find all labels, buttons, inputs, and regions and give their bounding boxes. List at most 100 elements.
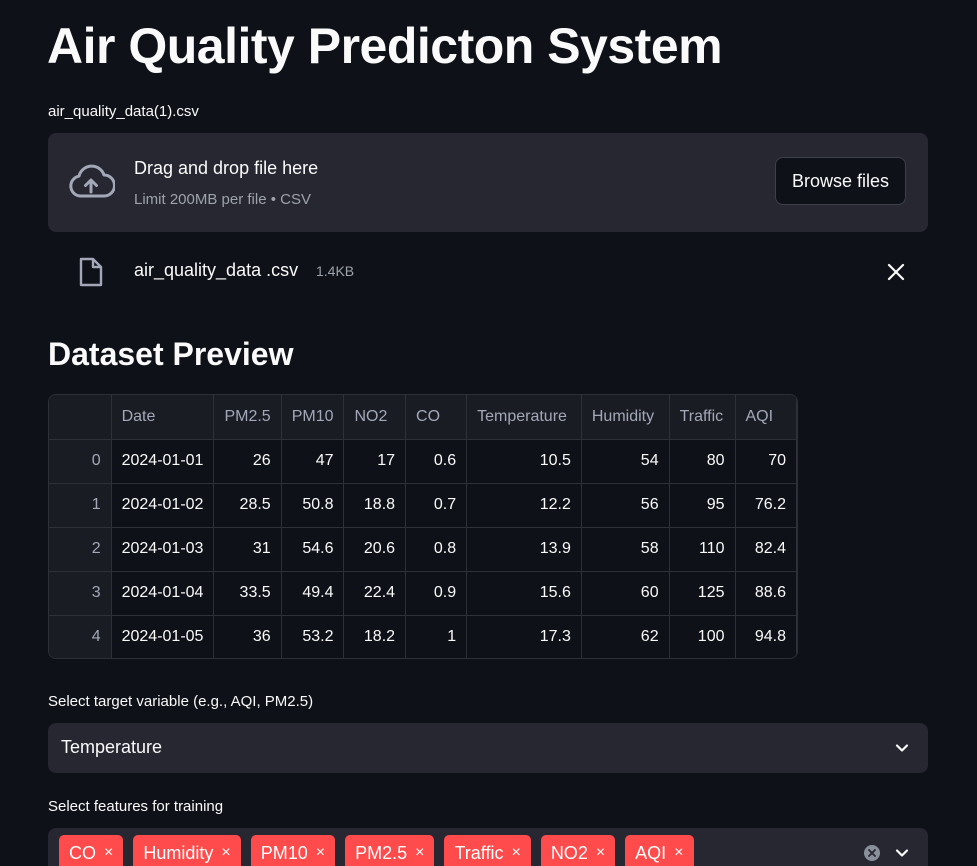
table-cell: 0.6 bbox=[405, 439, 468, 484]
close-icon[interactable] bbox=[884, 260, 908, 284]
table-row: 1 2024-01-02 28.5 50.8 18.8 0.7 12.2 56 … bbox=[49, 483, 797, 528]
dataset-preview-table[interactable]: Date PM2.5 PM10 NO2 CO Temperature Humid… bbox=[48, 394, 798, 659]
dataset-preview-heading: Dataset Preview bbox=[48, 336, 294, 372]
table-row: 4 2024-01-05 36 53.2 18.2 1 17.3 62 100 … bbox=[49, 615, 797, 658]
remove-tag-icon[interactable]: × bbox=[104, 845, 113, 861]
row-index-cell: 4 bbox=[49, 615, 112, 658]
feature-tag-pm25[interactable]: PM2.5 × bbox=[345, 835, 435, 866]
table-row: 0 2024-01-01 26 47 17 0.6 10.5 54 80 70 bbox=[49, 439, 797, 484]
feature-tag-label: PM2.5 bbox=[355, 842, 408, 863]
column-header[interactable]: CO bbox=[405, 395, 468, 440]
clear-all-icon[interactable] bbox=[863, 844, 881, 862]
target-variable-select[interactable]: Temperature bbox=[48, 723, 928, 773]
table-cell: 88.6 bbox=[735, 571, 797, 616]
browse-files-button[interactable]: Browse files bbox=[775, 157, 906, 205]
feature-tag-label: PM10 bbox=[260, 842, 308, 863]
table-cell: 49.4 bbox=[281, 571, 345, 616]
chevron-down-icon[interactable] bbox=[894, 845, 910, 861]
feature-tag-humidity[interactable]: Humidity × bbox=[133, 835, 241, 866]
feature-tag-pm10[interactable]: PM10 × bbox=[250, 835, 336, 866]
target-select-value: Temperature bbox=[61, 737, 163, 757]
remove-tag-icon[interactable]: × bbox=[316, 845, 325, 861]
table-cell: 22.4 bbox=[343, 571, 407, 616]
table-cell: 82.4 bbox=[735, 527, 797, 572]
table-cell: 1 bbox=[405, 615, 468, 658]
remove-tag-icon[interactable]: × bbox=[415, 845, 424, 861]
column-header[interactable]: AQI bbox=[735, 395, 797, 440]
selected-feature-tags: CO × Humidity × PM10 × PM2.5 × Traffic ×… bbox=[59, 835, 694, 866]
column-header[interactable]: Traffic bbox=[669, 395, 736, 440]
feature-tag-label: CO bbox=[69, 842, 96, 863]
remove-tag-icon[interactable]: × bbox=[596, 845, 605, 861]
remove-tag-icon[interactable]: × bbox=[221, 845, 230, 861]
table-cell: 2024-01-04 bbox=[111, 571, 215, 616]
table-cell: 28.5 bbox=[213, 483, 282, 528]
file-dropzone[interactable]: Drag and drop file here Limit 200MB per … bbox=[48, 133, 928, 232]
dataframe: Date PM2.5 PM10 NO2 CO Temperature Humid… bbox=[49, 395, 797, 658]
feature-tag-label: NO2 bbox=[550, 842, 588, 863]
table-cell: 31 bbox=[213, 527, 282, 572]
table-cell: 20.6 bbox=[343, 527, 407, 572]
table-cell: 2024-01-01 bbox=[111, 439, 215, 484]
table-cell: 60 bbox=[581, 571, 670, 616]
feature-tag-no2[interactable]: NO2 × bbox=[540, 835, 616, 866]
features-select-label: Select features for training bbox=[48, 798, 224, 815]
uploaded-file-size: 1.4KB bbox=[316, 263, 355, 279]
file-uploader-label: air_quality_data(1).csv bbox=[48, 103, 199, 120]
feature-tag-traffic[interactable]: Traffic × bbox=[444, 835, 531, 866]
table-cell: 0.8 bbox=[405, 527, 468, 572]
row-index-cell: 2 bbox=[49, 527, 112, 572]
row-index-cell: 1 bbox=[49, 483, 112, 528]
table-cell: 26 bbox=[213, 439, 282, 484]
table-cell: 2024-01-05 bbox=[111, 615, 215, 658]
column-header[interactable]: Date bbox=[111, 395, 215, 440]
table-cell: 95 bbox=[669, 483, 736, 528]
table-cell: 80 bbox=[669, 439, 736, 484]
column-header[interactable]: Humidity bbox=[581, 395, 670, 440]
column-header[interactable]: PM2.5 bbox=[213, 395, 282, 440]
column-header[interactable]: NO2 bbox=[343, 395, 407, 440]
table-cell: 47 bbox=[281, 439, 345, 484]
table-cell: 94.8 bbox=[735, 615, 797, 658]
remove-tag-icon[interactable]: × bbox=[674, 845, 683, 861]
table-cell: 13.9 bbox=[466, 527, 582, 572]
table-cell: 100 bbox=[669, 615, 736, 658]
table-cell: 54 bbox=[581, 439, 670, 484]
table-cell: 18.2 bbox=[343, 615, 407, 658]
table-cell: 0.9 bbox=[405, 571, 468, 616]
app-page: Air Quality Predicton System air_quality… bbox=[0, 0, 977, 866]
table-cell: 125 bbox=[669, 571, 736, 616]
table-cell: 2024-01-02 bbox=[111, 483, 215, 528]
target-select-label: Select target variable (e.g., AQI, PM2.5… bbox=[48, 693, 314, 710]
table-cell: 70 bbox=[735, 439, 797, 484]
table-cell: 17.3 bbox=[466, 615, 582, 658]
column-header[interactable]: PM10 bbox=[281, 395, 345, 440]
table-cell: 76.2 bbox=[735, 483, 797, 528]
table-cell: 12.2 bbox=[466, 483, 582, 528]
feature-tag-aqi[interactable]: AQI × bbox=[625, 835, 694, 866]
table-cell: 110 bbox=[669, 527, 736, 572]
table-cell: 15.6 bbox=[466, 571, 582, 616]
dropzone-limit-text: Limit 200MB per file • CSV bbox=[134, 191, 311, 208]
table-cell: 33.5 bbox=[213, 571, 282, 616]
uploaded-file-name: air_quality_data .csv bbox=[134, 260, 299, 280]
table-header-row: Date PM2.5 PM10 NO2 CO Temperature Humid… bbox=[49, 395, 797, 440]
table-cell: 62 bbox=[581, 615, 670, 658]
dropzone-instructions: Drag and drop file here bbox=[134, 158, 319, 178]
remove-tag-icon[interactable]: × bbox=[511, 845, 520, 861]
table-cell: 36 bbox=[213, 615, 282, 658]
table-cell: 17 bbox=[343, 439, 407, 484]
features-multiselect[interactable]: CO × Humidity × PM10 × PM2.5 × Traffic ×… bbox=[48, 828, 928, 866]
table-cell: 18.8 bbox=[343, 483, 407, 528]
row-index-cell: 3 bbox=[49, 571, 112, 616]
feature-tag-label: Traffic bbox=[454, 842, 504, 863]
feature-tag-label: Humidity bbox=[143, 842, 214, 863]
chevron-down-icon[interactable] bbox=[894, 740, 910, 756]
table-cell: 50.8 bbox=[281, 483, 345, 528]
cloud-upload-icon bbox=[69, 164, 115, 198]
feature-tag-co[interactable]: CO × bbox=[59, 835, 124, 866]
column-header[interactable]: Temperature bbox=[466, 395, 582, 440]
file-icon bbox=[79, 257, 103, 287]
page-title: Air Quality Predicton System bbox=[47, 18, 723, 74]
column-header-index[interactable] bbox=[49, 395, 112, 440]
